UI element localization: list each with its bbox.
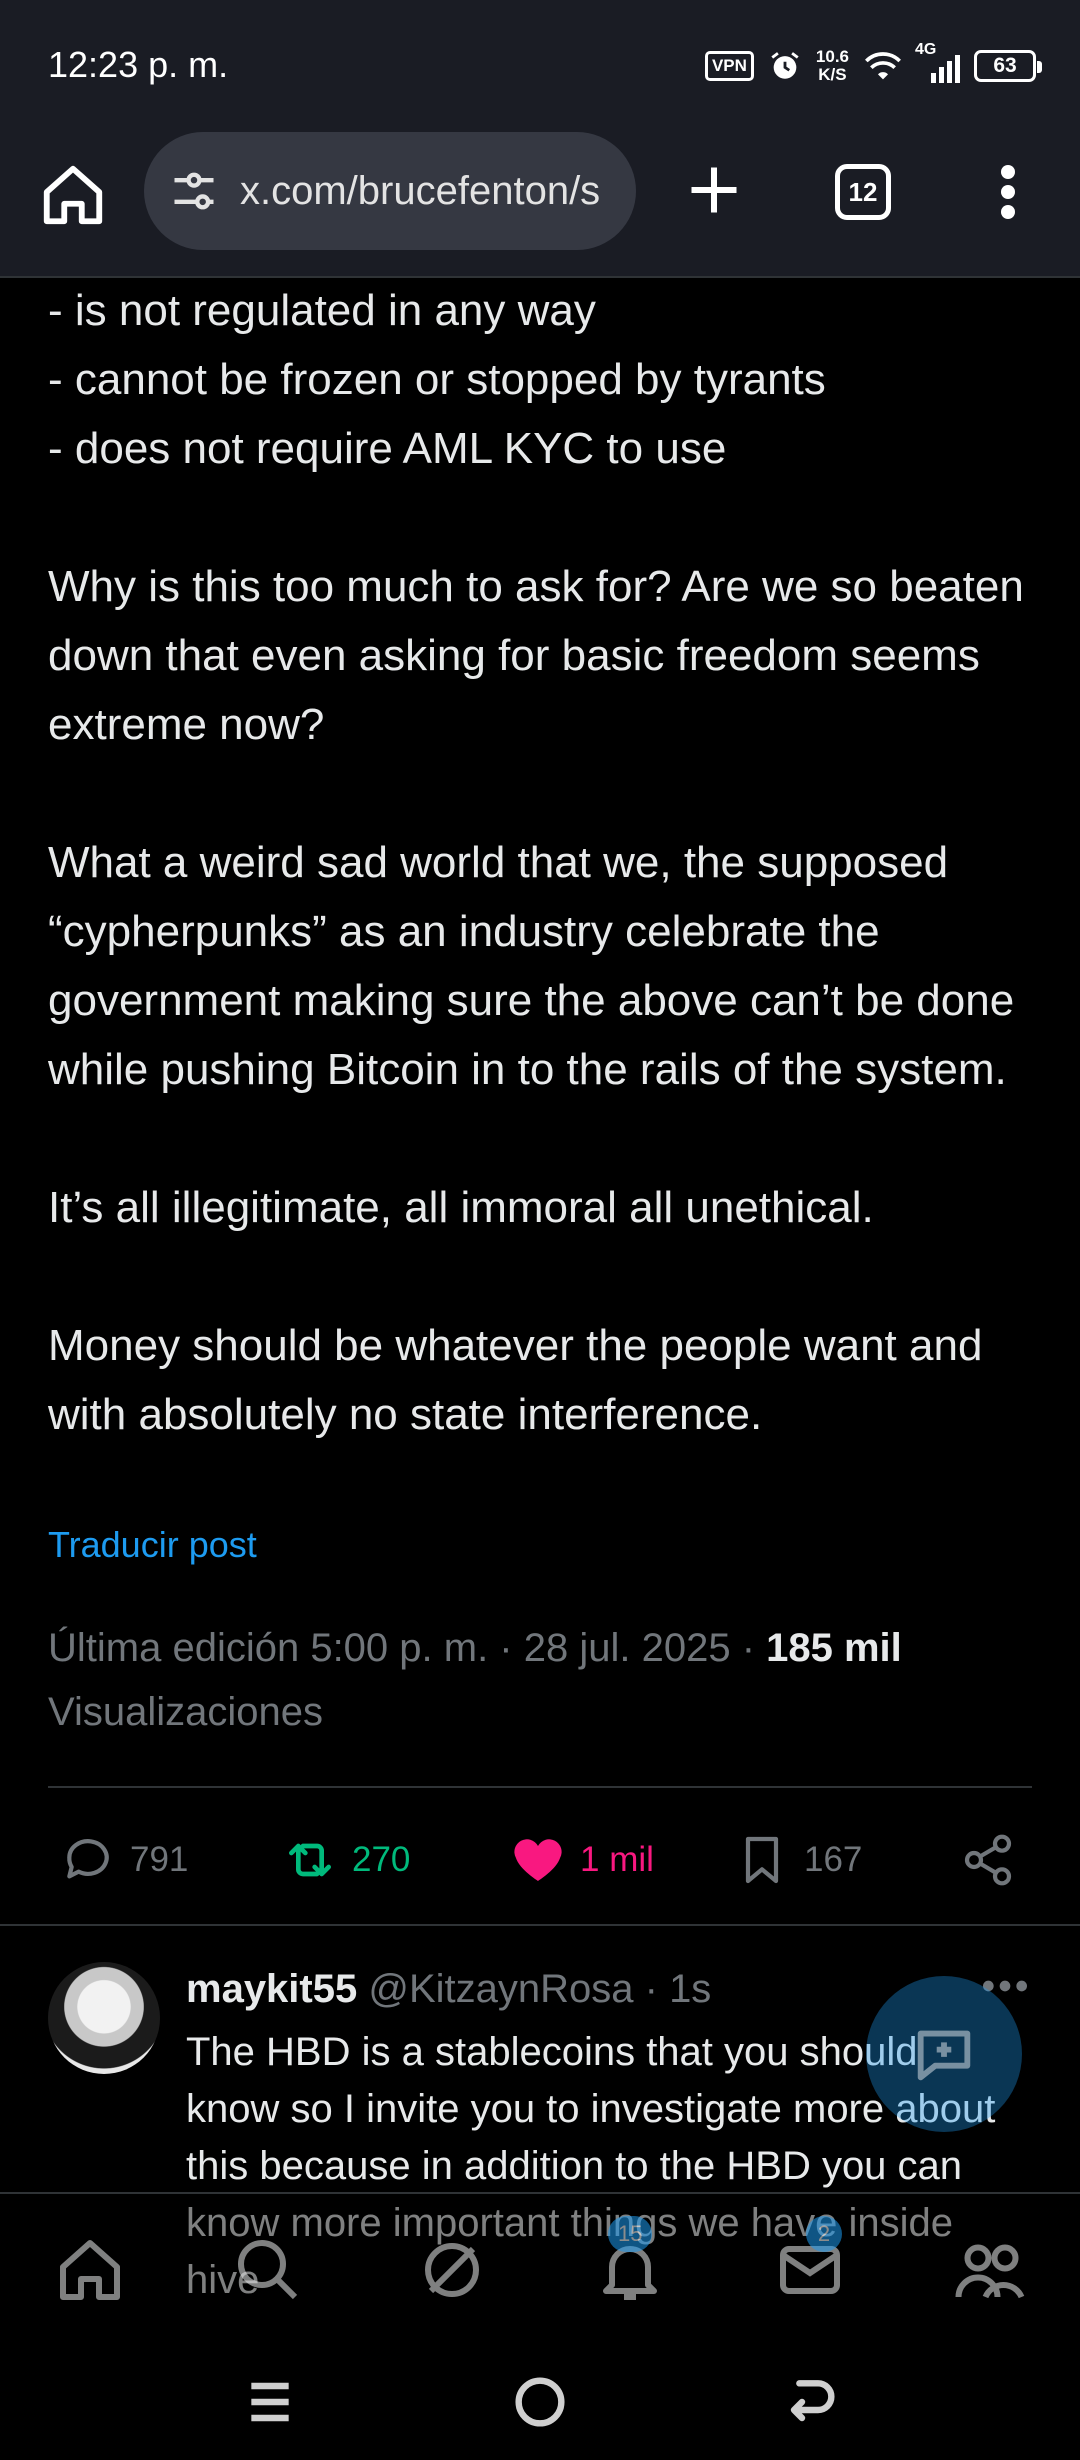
- notifications-badge: 15: [608, 2216, 653, 2252]
- bookmark-icon: [745, 1836, 779, 1884]
- avatar[interactable]: [48, 1962, 160, 2074]
- home-icon[interactable]: [54, 2234, 126, 2306]
- like-button[interactable]: 1 mil: [510, 1820, 654, 1900]
- site-settings-icon[interactable]: [168, 165, 220, 217]
- post-paragraph: - is not regulated in any way - cannot b…: [48, 286, 826, 473]
- post-paragraph: Why is this too much to ask for? Are we …: [48, 562, 1024, 749]
- url-bar[interactable]: x.com/brucefenton/s: [144, 132, 636, 250]
- repost-button[interactable]: 270: [282, 1820, 410, 1900]
- share-icon: [964, 1834, 1012, 1886]
- post-edit-timestamp[interactable]: Última edición 5:00 p. m. · 28 jul. 2025…: [48, 1626, 766, 1670]
- views-count: 185 mil: [766, 1626, 902, 1670]
- post-action-bar: 791 270 1 mil 167: [0, 1820, 1080, 1900]
- search-icon[interactable]: [232, 2234, 304, 2306]
- post-paragraph: What a weird sad world that we, the supp…: [48, 838, 1015, 1094]
- reply-header: maykit55 @KitzaynRosa · 1s: [186, 1958, 711, 2020]
- alarm-icon: [771, 52, 799, 79]
- post-paragraph: It’s all illegitimate, all immoral all u…: [48, 1183, 874, 1232]
- divider: [0, 1924, 1080, 1926]
- network-speed: 10.6 K/S: [815, 47, 849, 84]
- recent-apps-icon[interactable]: [238, 2370, 302, 2434]
- heart-icon: [514, 1839, 562, 1881]
- post-text: - is not regulated in any way - cannot b…: [48, 276, 1048, 1449]
- reply-count: 791: [130, 1840, 189, 1879]
- bookmark-button[interactable]: 167: [734, 1820, 862, 1900]
- grok-icon[interactable]: [416, 2234, 488, 2306]
- status-icons: VPN 10.6 K/S 4G 63: [704, 41, 1042, 88]
- url-text: x.com/brucefenton/s: [240, 168, 601, 213]
- post-paragraph: Money should be whatever the people want…: [48, 1321, 983, 1439]
- reply-icon: [67, 1839, 109, 1879]
- tab-switcher-button[interactable]: 12: [835, 164, 891, 220]
- more-options-icon[interactable]: [996, 162, 1020, 222]
- messages-badge: 2: [806, 2216, 842, 2252]
- reply-author-handle[interactable]: @KitzaynRosa · 1s: [368, 1967, 711, 2011]
- cellular-signal-icon: 4G: [915, 41, 960, 83]
- compose-button[interactable]: [866, 1976, 1022, 2132]
- vpn-icon: VPN: [704, 51, 754, 81]
- bottom-navigation: 15 2: [0, 2192, 1080, 2342]
- home-button-icon[interactable]: [508, 2370, 572, 2434]
- repost-icon: [289, 1843, 331, 1877]
- repost-count: 270: [352, 1840, 411, 1879]
- new-tab-icon[interactable]: [684, 160, 744, 220]
- translate-post-link[interactable]: Traducir post: [48, 1524, 257, 1566]
- post-meta: Última edición 5:00 p. m. · 28 jul. 2025…: [48, 1616, 1048, 1744]
- views-label: Visualizaciones: [48, 1690, 323, 1734]
- divider: [48, 1786, 1032, 1788]
- bookmark-count: 167: [804, 1840, 863, 1879]
- system-navigation-bar: [0, 2342, 1080, 2460]
- share-button[interactable]: [960, 1820, 1030, 1900]
- back-icon[interactable]: [778, 2370, 842, 2434]
- reply-button[interactable]: 791: [60, 1820, 188, 1900]
- status-bar: 12:23 p. m. VPN 10.6 K/S 4G 63: [0, 0, 1080, 132]
- browser-toolbar: x.com/brucefenton/s 12: [0, 132, 1080, 278]
- home-icon[interactable]: [38, 160, 108, 230]
- status-time: 12:23 p. m.: [48, 44, 229, 85]
- compose-message-icon: [917, 2030, 971, 2081]
- battery-indicator: 63: [974, 50, 1042, 82]
- like-count: 1 mil: [580, 1840, 654, 1879]
- reply-author-name[interactable]: maykit55: [186, 1967, 357, 2011]
- wifi-icon: [865, 52, 901, 80]
- communities-icon[interactable]: [954, 2234, 1026, 2306]
